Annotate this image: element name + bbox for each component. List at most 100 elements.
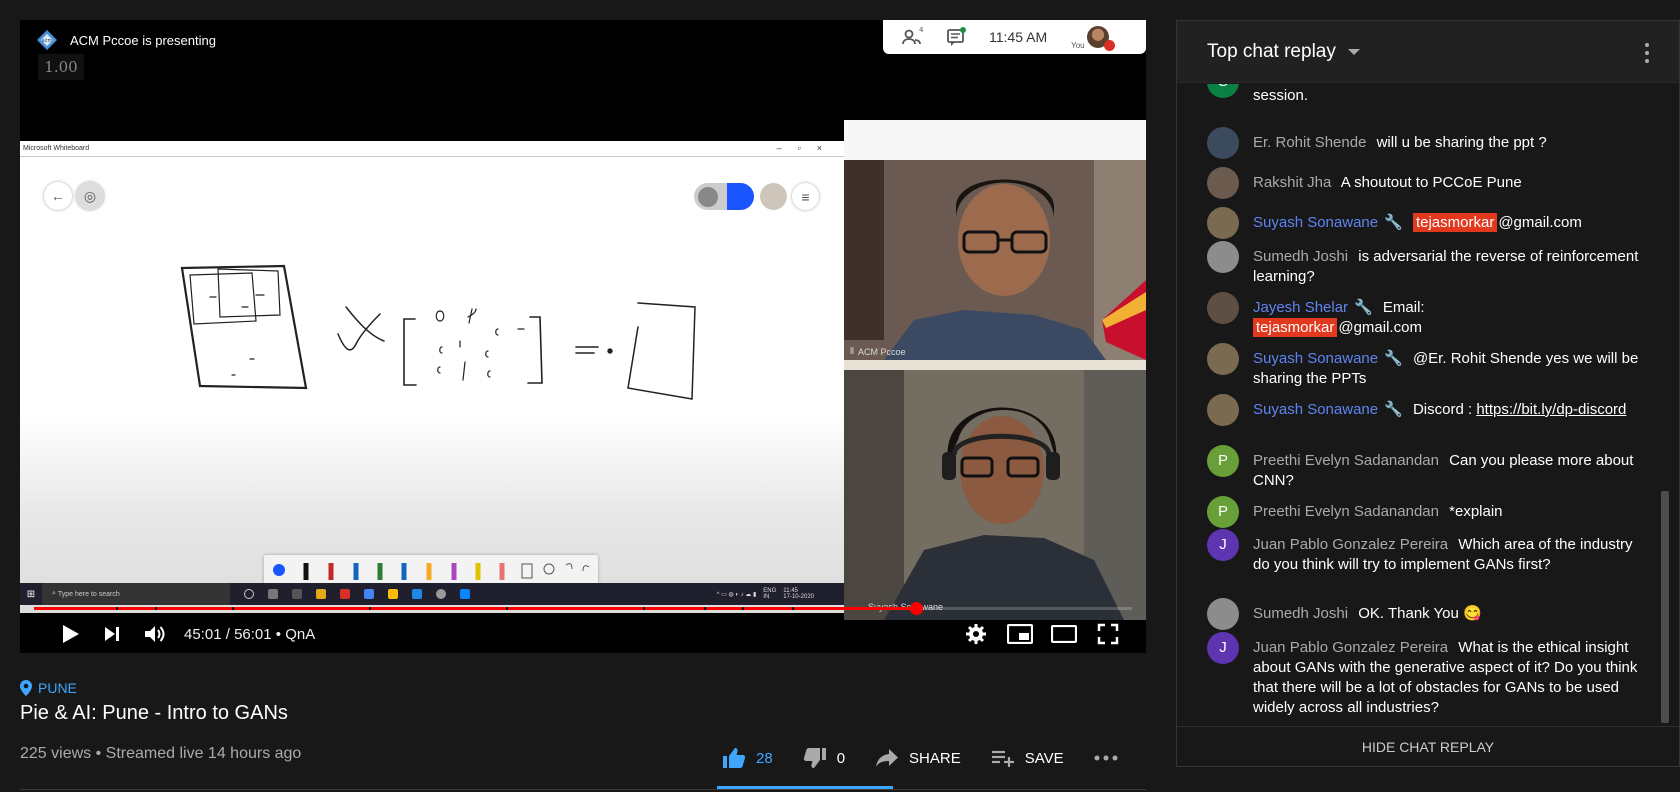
- dislike-button[interactable]: 0: [803, 747, 845, 769]
- avatar: [1207, 394, 1239, 426]
- emoji: 😋: [1463, 605, 1482, 622]
- windows-logo-icon: ⊞: [26, 588, 36, 600]
- self-avatar: [1086, 26, 1115, 51]
- avatar: [1207, 167, 1239, 199]
- whiteboard-window: Microsoft Whiteboard –▫× ← ◎ ≡: [20, 141, 844, 613]
- chat-messages[interactable]: S session. Er. Rohit Shende will u be sh…: [1177, 84, 1657, 728]
- fullscreen-icon[interactable]: [1090, 616, 1126, 652]
- progress-played: [34, 607, 917, 610]
- chat-author[interactable]: Juan Pablo Gonzalez Pereira: [1253, 639, 1448, 656]
- stream-date: Streamed live 14 hours ago: [105, 745, 302, 762]
- kebab-menu-icon[interactable]: [1645, 43, 1649, 63]
- wrench-icon: 🔧: [1384, 214, 1403, 231]
- progress-bar[interactable]: [34, 602, 1132, 615]
- whiteboard-title: Microsoft Whiteboard: [23, 145, 90, 152]
- view-count: 225 views: [20, 745, 92, 762]
- chat-author[interactable]: Juan Pablo Gonzalez Pereira: [1253, 536, 1448, 553]
- chapter-marker: [506, 607, 509, 610]
- miniplayer-icon[interactable]: [1002, 616, 1038, 652]
- chapter-marker: [231, 607, 234, 610]
- chat-bubble-icon[interactable]: [945, 26, 967, 48]
- chat-mode-dropdown[interactable]: Top chat replay: [1207, 41, 1336, 63]
- chat-author[interactable]: Preethi Evelyn Sadanandan: [1253, 452, 1439, 469]
- chapter-marker: [154, 607, 157, 610]
- mic-off-icon: [1103, 40, 1115, 51]
- chapter-title[interactable]: QnA: [285, 626, 315, 643]
- chat-author[interactable]: Sumedh Joshi: [1253, 248, 1348, 265]
- chat-panel: Top chat replay S session. Er. Rohit She…: [1176, 20, 1680, 767]
- chat-author[interactable]: Preethi Evelyn Sadanandan: [1253, 503, 1439, 520]
- window-controls: –▫×: [776, 143, 838, 153]
- share-button[interactable]: SHARE: [875, 748, 961, 768]
- chat-author[interactable]: Suyash Sonawane: [1253, 401, 1378, 418]
- next-icon[interactable]: [94, 616, 130, 652]
- chat-scrollbar[interactable]: [1661, 491, 1669, 723]
- chat-message: Suyash Sonawane 🔧 tejasmorkar @gmail.com: [1207, 207, 1647, 239]
- settings-gear-icon[interactable]: [958, 616, 994, 652]
- chat-author[interactable]: Er. Rohit Shende: [1253, 134, 1366, 151]
- hide-chat-button[interactable]: HIDE CHAT REPLAY: [1177, 726, 1679, 766]
- chat-message: S session.: [1207, 84, 1647, 106]
- video-actions: 28 0 SHARE SAVE: [722, 738, 1148, 778]
- avatar: S: [1207, 84, 1239, 98]
- like-button[interactable]: 28: [722, 747, 773, 769]
- svg-text:acm: acm: [42, 38, 53, 44]
- avatar: P: [1207, 445, 1239, 477]
- theater-mode-icon[interactable]: [1046, 616, 1082, 652]
- taskbar-apps: [230, 589, 717, 599]
- whiteboard-titlebar: Microsoft Whiteboard –▫×: [20, 141, 844, 157]
- camera-tile-top: [844, 120, 1146, 360]
- chapter-marker: [368, 607, 371, 610]
- chat-author[interactable]: Rakshit Jha: [1253, 174, 1331, 191]
- taskbar-search: ⌕ Type here to search: [42, 583, 230, 605]
- video-player[interactable]: acm ACM Pccoe is presenting 1.00 4 11:45…: [20, 20, 1146, 653]
- thumb-up-icon: [723, 748, 746, 768]
- chat-author[interactable]: Sumedh Joshi: [1253, 605, 1348, 622]
- meet-clock: 11:45 AM: [989, 29, 1048, 45]
- play-icon[interactable]: [52, 616, 88, 652]
- avatar: J: [1207, 529, 1239, 561]
- svg-text:4: 4: [919, 26, 923, 34]
- chat-message: J Juan Pablo Gonzalez Pereira What is th…: [1207, 632, 1647, 718]
- avatar: [1207, 343, 1239, 375]
- chat-message: J Juan Pablo Gonzalez Pereira Which area…: [1207, 529, 1647, 575]
- video-meta: 225 views • Streamed live 14 hours ago: [20, 745, 302, 762]
- zoom-badge: 1.00: [38, 54, 84, 80]
- chat-message: P Preethi Evelyn Sadanandan *explain: [1207, 496, 1647, 528]
- highlighted-text: tejasmorkar: [1253, 318, 1338, 337]
- chat-header: Top chat replay: [1177, 21, 1679, 83]
- chat-message: Suyash Sonawane 🔧 @Er. Rohit Shende yes w…: [1207, 343, 1647, 389]
- chat-author[interactable]: Suyash Sonawane: [1253, 214, 1378, 231]
- chat-link[interactable]: https://bit.ly/dp-discord: [1476, 401, 1626, 418]
- avatar: [1207, 207, 1239, 239]
- whiteboard-pen-toolbar[interactable]: [264, 555, 598, 585]
- chat-message: Sumedh Joshi OK. Thank You 😋: [1207, 598, 1647, 630]
- chat-author[interactable]: Jayesh Shelar: [1253, 299, 1348, 316]
- time-display: 45:01 / 56:01 • QnA: [184, 625, 316, 643]
- volume-icon[interactable]: [136, 616, 172, 652]
- chapter-marker: [791, 607, 794, 610]
- dislike-count: 0: [836, 749, 846, 767]
- presenter-text: ACM Pccoe is presenting: [70, 32, 216, 48]
- camera-tile-bottom: [844, 370, 1146, 620]
- thumb-down-icon: [803, 748, 826, 768]
- people-icon[interactable]: 4: [901, 26, 923, 48]
- chat-message: P Preethi Evelyn Sadanandan Can you plea…: [1207, 445, 1647, 491]
- like-count: 28: [756, 749, 773, 767]
- taskbar-tray: ^ ▭ ◍ ◐ ♪ ☁ ▮ ENG IN 11:45 17-10-2020: [716, 588, 814, 600]
- more-horizontal-icon[interactable]: [1094, 755, 1118, 761]
- share-arrow-icon: [876, 749, 899, 767]
- chapter-marker: [742, 607, 745, 610]
- dropdown-caret-icon[interactable]: [1347, 48, 1360, 55]
- wrench-icon: 🔧: [1384, 350, 1403, 367]
- meet-toolbar: 4 11:45 AM You: [883, 20, 1146, 54]
- avatar: P: [1207, 496, 1239, 528]
- chapter-marker: [643, 607, 646, 610]
- avatar: [1207, 241, 1239, 273]
- highlighted-text: tejasmorkar: [1412, 213, 1498, 232]
- location-label: PUNE: [38, 680, 77, 696]
- windows-taskbar: ⊞ ⌕ Type here to search ^ ▭ ◍ ◐ ♪ ☁ ▮ EN…: [20, 583, 844, 605]
- chat-author[interactable]: Suyash Sonawane: [1253, 350, 1378, 367]
- save-button[interactable]: SAVE: [991, 748, 1064, 768]
- location-tag[interactable]: PUNE: [20, 680, 77, 696]
